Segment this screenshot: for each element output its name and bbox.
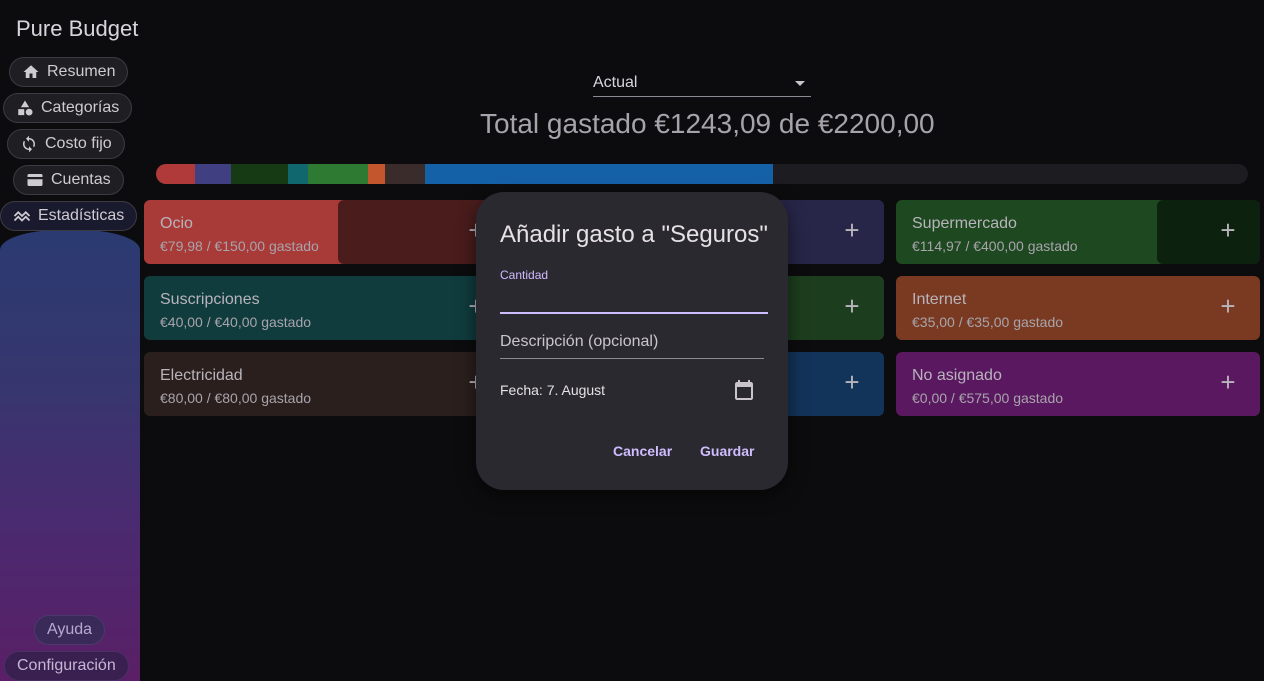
shapes-icon (16, 99, 34, 117)
category-name: Ocio (160, 215, 193, 232)
category-name: Electricidad (160, 367, 243, 384)
category-card[interactable]: Suscripciones€40,00 / €40,00 gastado+ (144, 276, 508, 340)
budget-bar-segment (195, 164, 232, 184)
help-button[interactable]: Ayuda (34, 615, 106, 645)
cancel-button[interactable]: Cancelar (613, 443, 672, 459)
nav-costo-fijo-label: Costo fijo (45, 135, 112, 152)
total-spent-title: Total gastado €1243,09 de €2200,00 (480, 108, 935, 139)
category-amount: €40,00 / €40,00 gastado (160, 314, 312, 330)
category-card[interactable]: No asignado €0,00 / €575,00 gastado + (896, 352, 1260, 416)
description-field[interactable] (500, 326, 764, 359)
home-icon (22, 63, 40, 81)
sidebar-background (0, 230, 140, 681)
stats-icon (13, 207, 31, 225)
app-title: Pure Budget (16, 16, 139, 41)
category-amount: €0,00 / €575,00 gastado (912, 390, 1064, 406)
period-select[interactable]: Actual (593, 70, 811, 97)
add-expense-plus-icon[interactable]: + (840, 293, 864, 319)
category-name: Internet (912, 291, 967, 308)
amount-field[interactable] (500, 284, 768, 314)
period-select-value: Actual (593, 74, 638, 91)
nav-estadisticas-label: Estadísticas (38, 207, 125, 224)
category-amount: €79,98 / €150,00 gastado (160, 238, 319, 254)
nav-cuentas-label: Cuentas (51, 171, 111, 188)
category-card[interactable]: Internet €35,00 / €35,00 gastado + (896, 276, 1260, 340)
add-expense-plus-icon[interactable]: + (1216, 217, 1240, 243)
category-name: Suscripciones (160, 291, 260, 308)
nav-cuentas[interactable]: Cuentas (13, 165, 124, 195)
budget-progress-bar (156, 164, 1248, 184)
chevron-down-icon (795, 80, 805, 86)
budget-bar-segment (288, 164, 308, 184)
add-expense-dialog: Añadir gasto a "Seguros" Cantidad Fecha:… (476, 192, 788, 490)
date-text: Fecha: 7. August (500, 382, 606, 398)
save-button[interactable]: Guardar (700, 443, 754, 459)
budget-bar-segment (231, 164, 289, 184)
settings-label: Configuración (17, 657, 116, 674)
category-card[interactable]: Electricidad€80,00 / €80,00 gastado+ (144, 352, 508, 416)
wallet-icon (26, 171, 44, 189)
nav-resumen[interactable]: Resumen (9, 57, 129, 87)
category-amount: €80,00 / €80,00 gastado (160, 390, 312, 406)
category-name: Supermercado (912, 215, 1017, 232)
category-name: No asignado (912, 367, 1002, 384)
amount-field-label: Cantidad (500, 268, 549, 282)
budget-bar-segment (367, 164, 386, 184)
category-card[interactable]: Ocio€79,98 / €150,00 gastado+ (144, 200, 508, 264)
budget-bar-segment (156, 164, 196, 184)
category-remaining-fill (1157, 200, 1260, 264)
nav-estadisticas[interactable]: Estadísticas (0, 201, 138, 231)
budget-bar-segment (307, 164, 368, 184)
budget-bar-segment (424, 164, 773, 184)
category-card[interactable]: Supermercado €114,97 / €400,00 gastado + (896, 200, 1260, 264)
budget-bar-segment (385, 164, 425, 184)
add-expense-plus-icon[interactable]: + (1216, 293, 1240, 319)
dialog-title: Añadir gasto a "Seguros" (500, 221, 768, 248)
sync-icon (20, 135, 38, 153)
calendar-icon[interactable] (732, 378, 756, 402)
settings-button[interactable]: Configuración (4, 651, 129, 681)
add-expense-plus-icon[interactable]: + (1216, 369, 1240, 395)
nav-categorias[interactable]: Categorías (3, 93, 133, 123)
nav-categorias-label: Categorías (41, 99, 120, 116)
category-amount: €35,00 / €35,00 gastado (912, 314, 1064, 330)
add-expense-plus-icon[interactable]: + (840, 217, 864, 243)
add-expense-plus-icon[interactable]: + (840, 369, 864, 395)
help-label: Ayuda (47, 621, 93, 638)
nav-resumen-label: Resumen (47, 63, 116, 80)
category-amount: €114,97 / €400,00 gastado (912, 238, 1078, 254)
nav-costo-fijo[interactable]: Costo fijo (7, 129, 125, 159)
